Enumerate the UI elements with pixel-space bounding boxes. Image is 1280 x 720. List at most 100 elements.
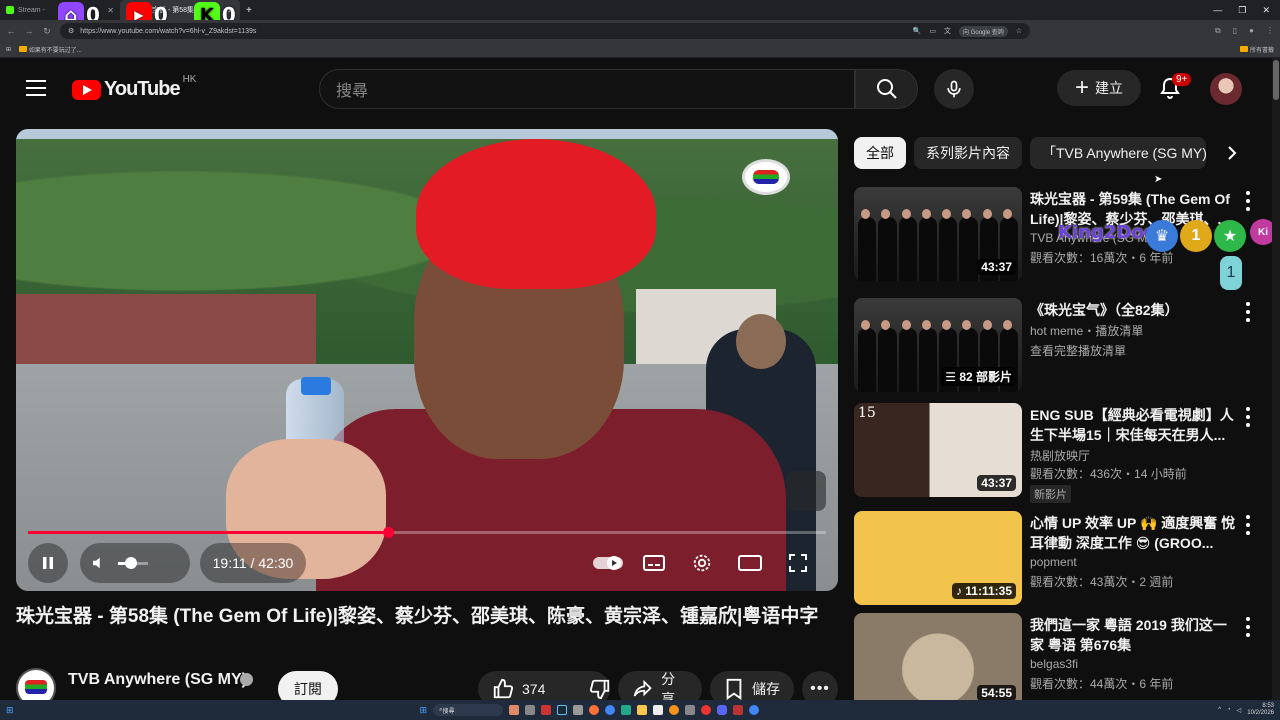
app-icon[interactable] [653, 705, 664, 715]
video-player[interactable]: 19:11 / 42:30 [16, 129, 838, 591]
windows-widgets-icon[interactable]: ⊞ [6, 705, 14, 716]
browser-menu-icon[interactable]: ⋮ [1266, 26, 1274, 36]
subtitles-button[interactable] [642, 551, 666, 575]
chip-scroll-next-button[interactable] [1220, 141, 1244, 165]
translate-icon[interactable]: 文 [944, 26, 951, 36]
url-text: https://www.youtube.com/watch?v=6hl-v_Z9… [80, 27, 257, 35]
recommendation-item[interactable]: 15 43:37 ENG SUB【經典必看電視劇】人生下半場15｜宋佳每天在男人… [854, 403, 1264, 503]
volume-knob[interactable] [125, 556, 137, 569]
video-thumbnail[interactable]: 54:55 [854, 613, 1022, 707]
file-explorer-icon[interactable] [637, 705, 648, 715]
play-pause-button[interactable] [28, 543, 68, 583]
app-icon[interactable] [621, 705, 632, 715]
create-button[interactable]: + 建立 [1057, 70, 1141, 106]
app-icon[interactable] [541, 705, 552, 715]
new-tab-button[interactable]: + [240, 5, 258, 16]
start-icon[interactable]: ⊞ [420, 705, 428, 716]
app-icon[interactable] [701, 705, 712, 715]
autoplay-icon [593, 556, 623, 570]
chrome-icon[interactable] [749, 705, 760, 715]
zoom-icon[interactable]: 🔍 [913, 27, 922, 35]
progress-bar[interactable] [28, 527, 826, 538]
minimize-button[interactable]: — [1213, 5, 1222, 16]
app-icon[interactable] [669, 705, 680, 715]
kebab-menu-icon[interactable] [1242, 191, 1254, 211]
google-lens-button[interactable]: 向 Google 查詢 [959, 25, 1008, 37]
app-icon[interactable] [685, 705, 696, 715]
site-info-icon[interactable]: ⚙ [68, 27, 74, 35]
app-icon[interactable] [509, 705, 520, 715]
maximize-button[interactable]: ❐ [1238, 5, 1246, 16]
steam-icon[interactable] [557, 705, 568, 715]
youtube-logo[interactable]: YouTube HK [72, 74, 196, 101]
app-icon[interactable] [573, 705, 584, 715]
voice-search-button[interactable] [934, 69, 974, 109]
kebab-menu-icon[interactable] [1242, 302, 1254, 322]
recommendation-channel[interactable]: popment [1030, 555, 1077, 569]
search-button[interactable] [855, 69, 918, 109]
settings-button[interactable] [690, 551, 714, 575]
app-icon[interactable] [733, 705, 744, 715]
chrome-icon[interactable] [605, 705, 616, 715]
apps-icon[interactable]: ⊞ [6, 46, 11, 53]
share-icon [633, 679, 652, 697]
recommendation-channel[interactable]: 热剧放映厅 [1030, 447, 1090, 464]
volume-tray-icon[interactable]: ◁ [1237, 707, 1242, 714]
volume-slider[interactable] [118, 556, 148, 569]
chip-series[interactable]: 系列影片內容 [914, 137, 1022, 169]
recommendation-channel[interactable]: hot meme・播放清單 [1030, 322, 1143, 339]
cast-icon[interactable]: ▭ [929, 27, 936, 35]
account-avatar[interactable] [1210, 73, 1242, 105]
volume-control[interactable] [80, 543, 190, 583]
close-window-button[interactable]: ✕ [1262, 5, 1270, 16]
discord-icon[interactable] [717, 705, 728, 715]
app-icon[interactable] [525, 705, 536, 715]
forward-icon[interactable]: → [24, 26, 34, 36]
channel-name[interactable]: TVB Anywhere (SG MY) [68, 671, 247, 689]
recommendation-item[interactable]: ♪ 11:11:35 心情 UP 效率 UP 🙌 適度興奮 悅耳律動 深度工作 … [854, 511, 1264, 607]
bookmark-item[interactable]: 如果有不要玩过了... [19, 45, 82, 54]
video-thumbnail[interactable]: 15 43:37 [854, 403, 1022, 497]
theater-mode-button[interactable] [738, 551, 762, 575]
back-icon[interactable]: ← [6, 26, 16, 36]
kebab-menu-icon[interactable] [1242, 617, 1254, 637]
recommendation-item[interactable]: 54:55 我們這一家 粵語 2019 我们这一家 粤语 第676集 belga… [854, 613, 1264, 709]
recommendation-playlist[interactable]: ☰ 82 部影片 《珠光宝气》（全82集） hot meme・播放清單 查看完整… [854, 298, 1264, 394]
fullscreen-button[interactable] [786, 551, 810, 575]
address-bar[interactable]: ⚙ https://www.youtube.com/watch?v=6hl-v_… [60, 23, 1030, 39]
page-scrollbar[interactable] [1272, 58, 1280, 700]
profile-icon[interactable]: ● [1249, 26, 1254, 36]
recommendation-title[interactable]: 心情 UP 效率 UP 🙌 適度興奮 悅耳律動 深度工作 😎 (GROO... [1030, 513, 1236, 553]
tray-expand-icon[interactable]: ^ [1218, 707, 1221, 713]
taskbar-search[interactable]: ⌕ 搜尋 [433, 704, 504, 716]
autoplay-toggle[interactable] [592, 551, 624, 575]
view-full-playlist-link[interactable]: 查看完整播放清單 [1030, 342, 1126, 359]
reload-icon[interactable]: ↻ [42, 26, 52, 37]
recommendation-title[interactable]: 我們這一家 粵語 2019 我们这一家 粤语 第676集 [1030, 615, 1236, 655]
kebab-menu-icon[interactable] [1242, 515, 1254, 535]
chip-all[interactable]: 全部 [854, 137, 906, 169]
recommendation-channel[interactable]: belgas3fi [1030, 657, 1078, 671]
save-label: 儲存 [752, 681, 780, 697]
sidepanel-icon[interactable]: ▯ [1233, 26, 1237, 36]
kebab-menu-icon[interactable] [1242, 407, 1254, 427]
search-input[interactable]: 搜尋 [319, 69, 855, 109]
progress-scrubber[interactable] [382, 527, 394, 538]
recommendation-meta: 觀看次數：44萬次・6 年前 [1030, 677, 1174, 691]
chip-channel[interactable]: 「TVB Anywhere (SG MY) [1030, 137, 1206, 169]
video-thumbnail[interactable]: 43:37 [854, 187, 1022, 281]
bookmarks-bar: ⊞ 如果有不要玩过了... 所有書籤 [0, 42, 1280, 58]
menu-icon[interactable] [26, 80, 46, 96]
taskbar-clock[interactable]: 8:53 10/2/2026 [1247, 703, 1274, 717]
firefox-icon[interactable] [589, 705, 600, 715]
recommendation-title[interactable]: 《珠光宝气》（全82集） [1030, 300, 1236, 320]
scrollbar-thumb[interactable] [1273, 60, 1279, 100]
video-thumbnail[interactable]: ♪ 11:11:35 [854, 511, 1022, 605]
all-bookmarks[interactable]: 所有書籤 [1240, 45, 1274, 54]
bookmark-star-icon[interactable]: ☆ [1016, 27, 1022, 35]
recommendation-title[interactable]: ENG SUB【經典必看電視劇】人生下半場15｜宋佳每天在男人... [1030, 405, 1236, 445]
wifi-icon[interactable]: ◔ [1227, 707, 1231, 713]
extensions-icon[interactable]: ⧉ [1215, 26, 1221, 36]
playlist-thumbnail[interactable]: ☰ 82 部影片 [854, 298, 1022, 392]
thumbs-up-icon [493, 678, 514, 699]
